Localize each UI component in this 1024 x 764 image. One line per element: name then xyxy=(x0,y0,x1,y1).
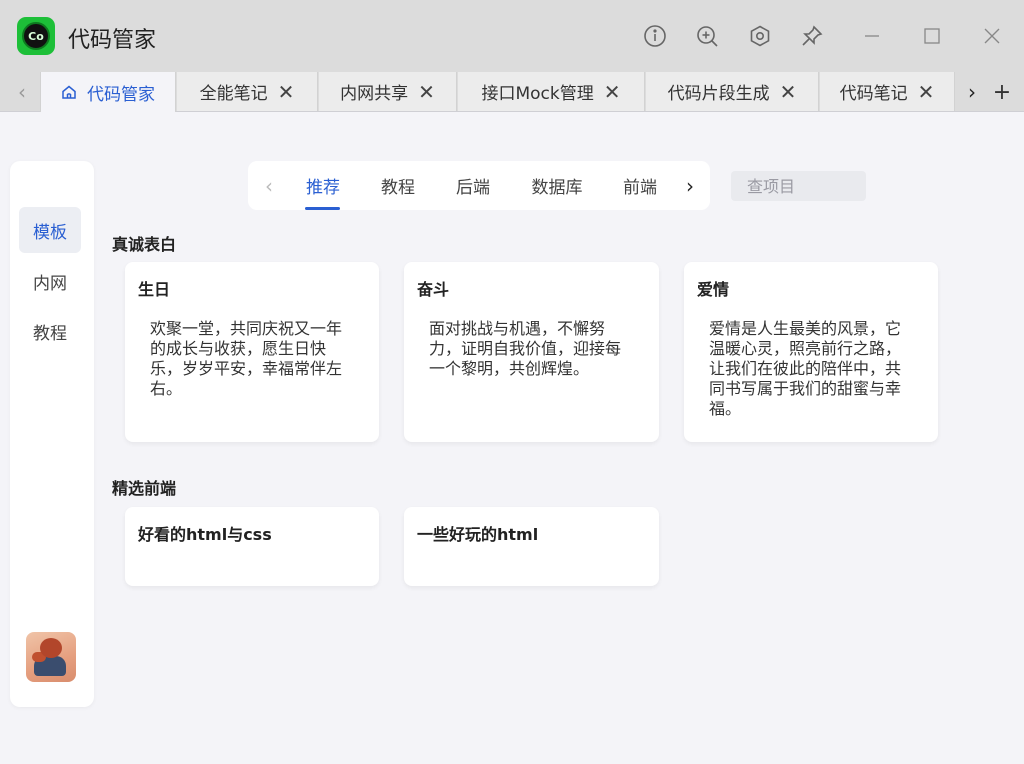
card-description: 欢聚一堂，共同庆祝又一年的成长与收获，愿生日快乐，岁岁平安，幸福常伴左右。 xyxy=(150,319,343,398)
tab-label: 接口Mock管理 xyxy=(481,84,594,104)
card-description: 爱情是人生最美的风景，它温暖心灵，照亮前行之路，让我们在彼此的陪伴中，共同书写属… xyxy=(709,319,902,418)
category-tutorials[interactable]: 教程 xyxy=(375,161,421,210)
info-icon[interactable] xyxy=(641,22,669,50)
zoom-in-icon[interactable] xyxy=(693,22,721,50)
category-tabs: ‹ 推荐 教程 后端 数据库 前端 › xyxy=(248,161,710,210)
category-recommend[interactable]: 推荐 xyxy=(300,161,346,210)
template-card-html-css[interactable]: 好看的html与css xyxy=(125,507,379,586)
tab-close-icon[interactable]: ✕ xyxy=(780,82,797,102)
category-backend[interactable]: 后端 xyxy=(450,161,496,210)
card-title: 奋斗 xyxy=(417,280,450,299)
tab-label: 代码管家 xyxy=(87,84,155,105)
minimize-icon[interactable] xyxy=(858,22,886,50)
title-bar: Co 代码管家 xyxy=(0,0,1024,72)
settings-icon[interactable] xyxy=(746,22,774,50)
tab-intranet-share[interactable]: 内网共享 ✕ xyxy=(319,72,457,111)
maximize-icon[interactable] xyxy=(918,22,946,50)
tab-label: 代码笔记 xyxy=(839,84,908,104)
sidebar-item-intranet[interactable]: 内网 xyxy=(19,258,81,304)
tab-close-icon[interactable]: ✕ xyxy=(418,82,435,102)
close-icon[interactable] xyxy=(978,22,1006,50)
category-scroll-left-icon[interactable]: ‹ xyxy=(256,161,282,210)
tab-scroll-right-icon[interactable]: › xyxy=(958,72,986,112)
category-database[interactable]: 数据库 xyxy=(525,161,589,210)
tab-label: 内网共享 xyxy=(340,84,409,104)
tab-api-mock[interactable]: 接口Mock管理 ✕ xyxy=(458,72,645,111)
tab-label: 代码片段生成 xyxy=(667,84,770,104)
sidebar-item-templates[interactable]: 模板 xyxy=(19,207,81,253)
template-card-birthday[interactable]: 生日 欢聚一堂，共同庆祝又一年的成长与收获，愿生日快乐，岁岁平安，幸福常伴左右。 xyxy=(125,262,379,442)
category-scroll-right-icon[interactable]: › xyxy=(678,161,702,210)
section-title: 精选前端 xyxy=(112,479,177,498)
card-title: 爱情 xyxy=(697,280,730,299)
card-title: 一些好玩的html xyxy=(417,525,539,544)
card-title: 好看的html与css xyxy=(138,525,272,544)
template-card-love[interactable]: 爱情 爱情是人生最美的风景，它温暖心灵，照亮前行之路，让我们在彼此的陪伴中，共同… xyxy=(684,262,938,442)
tab-scroll-left-icon[interactable]: ‹ xyxy=(6,72,38,112)
tab-strip: ‹ 代码管家 全能笔记 ✕ 内网共享 ✕ 接口Mock管理 ✕ 代码片段生成 ✕… xyxy=(0,72,1024,112)
template-card-fun-html[interactable]: 一些好玩的html xyxy=(404,507,659,586)
card-title: 生日 xyxy=(138,280,171,299)
tab-all-notes[interactable]: 全能笔记 ✕ xyxy=(177,72,318,111)
tab-close-icon[interactable]: ✕ xyxy=(918,82,935,102)
section-title: 真诚表白 xyxy=(112,235,177,254)
app-logo: Co xyxy=(17,17,55,55)
tab-snippet-generator[interactable]: 代码片段生成 ✕ xyxy=(646,72,819,111)
app-title: 代码管家 xyxy=(68,28,157,53)
template-card-striving[interactable]: 奋斗 面对挑战与机遇，不懈努力，证明自我价值，迎接每一个黎明，共创辉煌。 xyxy=(404,262,659,442)
search-input[interactable] xyxy=(731,171,866,201)
category-frontend[interactable]: 前端 xyxy=(617,161,663,210)
avatar[interactable] xyxy=(26,632,76,682)
pin-icon[interactable] xyxy=(798,22,826,50)
home-icon xyxy=(61,84,77,100)
sidebar-item-tutorials[interactable]: 教程 xyxy=(19,308,81,354)
tab-label: 全能笔记 xyxy=(199,84,268,104)
sidebar: 模板 内网 教程 xyxy=(10,161,94,707)
add-tab-icon[interactable]: + xyxy=(988,72,1016,112)
tab-close-icon[interactable]: ✕ xyxy=(604,82,621,102)
app-logo-text: Co xyxy=(22,22,50,50)
tab-code-notes[interactable]: 代码笔记 ✕ xyxy=(820,72,955,111)
card-description: 面对挑战与机遇，不懈努力，证明自我价值，迎接每一个黎明，共创辉煌。 xyxy=(429,319,622,378)
active-tab-indicator xyxy=(305,207,340,210)
tab-code-manager[interactable]: 代码管家 xyxy=(40,72,176,112)
tab-close-icon[interactable]: ✕ xyxy=(278,82,295,102)
